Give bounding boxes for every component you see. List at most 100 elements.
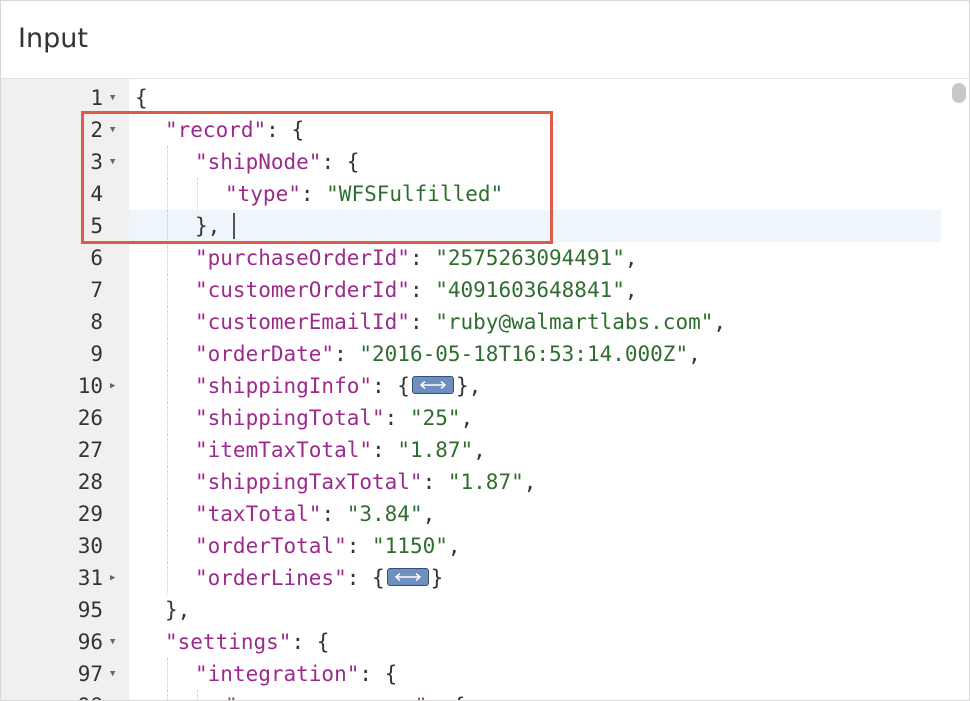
code-line[interactable]: 28 "shippingTaxTotal": "1.87", xyxy=(1,466,941,498)
line-number: 2 xyxy=(90,118,103,142)
json-punctuation: , xyxy=(422,502,436,526)
json-punctuation: { xyxy=(135,86,148,110)
json-punctuation: : { xyxy=(359,662,398,686)
json-punctuation: : xyxy=(346,534,373,558)
indent-guide xyxy=(167,530,168,562)
json-string: "2575263094491" xyxy=(435,246,625,270)
json-key: "type" xyxy=(225,182,301,206)
vertical-scrollbar[interactable] xyxy=(952,83,966,103)
line-number: 96 xyxy=(77,630,103,654)
json-key: "orderTotal" xyxy=(195,534,347,558)
code-text: "shippingTaxTotal": "1.87", xyxy=(195,466,536,498)
json-punctuation: }, xyxy=(195,214,221,238)
line-number: 29 xyxy=(77,502,103,526)
code-text: "..............": { xyxy=(225,690,465,700)
json-key: "shippingTotal" xyxy=(195,406,385,430)
indent-guide xyxy=(167,690,168,700)
json-string: "ruby@walmartlabs.com" xyxy=(435,310,714,334)
caret-right-icon[interactable]: ▶ xyxy=(110,562,122,594)
json-key: "integration" xyxy=(195,662,360,686)
json-key: "orderLines" xyxy=(195,566,347,590)
line-number: 97 xyxy=(77,662,103,686)
indent-guide xyxy=(167,242,168,274)
line-number: 95 xyxy=(77,598,103,622)
code-text: "orderDate": "2016-05-18T16:53:14.000Z", xyxy=(195,338,701,370)
code-line[interactable]: 7 "customerOrderId": "4091603648841", xyxy=(1,274,941,306)
code-line[interactable]: 29 "taxTotal": "3.84", xyxy=(1,498,941,530)
indent-guide xyxy=(197,178,198,210)
code-line[interactable]: 8 "customerEmailId": "ruby@walmartlabs.co… xyxy=(1,306,941,338)
code-line[interactable]: 5}, xyxy=(1,210,941,242)
input-panel: Input 1 ▼{2 ▼ "record": {3 ▼ "shipNode": {4 "t… xyxy=(0,0,970,701)
code-text: "purchaseOrderId": "2575263094491", xyxy=(195,242,638,274)
code-line[interactable]: 4 "type": "WFSFulfilled" xyxy=(1,178,941,210)
indent-guide xyxy=(167,306,168,338)
json-punctuation: }, xyxy=(455,374,482,398)
code-line[interactable]: 6 "purchaseOrderId": "2575263094491", xyxy=(1,242,941,274)
line-number: 5 xyxy=(90,214,103,238)
code-text: }, xyxy=(195,210,220,242)
json-string: "WFSFulfilled" xyxy=(326,182,504,206)
code-line[interactable]: 31 ▶ "orderLines": {} xyxy=(1,562,941,594)
code-line[interactable]: 98 ▼ "..............": { xyxy=(1,690,941,700)
code-text: "taxTotal": "3.84", xyxy=(195,498,435,530)
indent-guide xyxy=(197,690,198,700)
code-text: { xyxy=(135,82,148,114)
code-text: "orderLines": {} xyxy=(195,562,443,594)
code-line[interactable]: 95}, xyxy=(1,594,941,626)
json-punctuation: , xyxy=(460,406,474,430)
indent-guide xyxy=(167,498,168,530)
code-line[interactable]: 2 ▼ "record": { xyxy=(1,114,941,146)
code-line[interactable]: 9 "orderDate": "2016-05-18T16:53:14.000Z"… xyxy=(1,338,941,370)
json-string: "4091603648841" xyxy=(435,278,625,302)
code-line[interactable]: 26 "shippingTotal": "25", xyxy=(1,402,941,434)
line-number: 10 xyxy=(77,374,103,398)
caret-down-icon[interactable]: ▼ xyxy=(110,690,122,700)
line-number: 98 xyxy=(1,690,103,700)
indent-guide xyxy=(167,210,168,242)
json-punctuation: , xyxy=(473,438,486,462)
text-cursor xyxy=(233,213,235,239)
json-punctuation: : { xyxy=(266,118,305,142)
caret-down-icon[interactable]: ▼ xyxy=(110,146,122,178)
caret-down-icon[interactable]: ▼ xyxy=(110,658,122,690)
collapsed-object-icon[interactable] xyxy=(386,568,429,586)
json-punctuation: : xyxy=(422,470,448,494)
caret-down-icon[interactable]: ▼ xyxy=(110,626,122,658)
json-punctuation: : xyxy=(372,438,398,462)
line-number: 30 xyxy=(77,534,103,558)
indent-guide xyxy=(167,274,168,306)
json-string: "3.84" xyxy=(346,502,423,526)
collapsed-object-icon[interactable] xyxy=(411,376,454,394)
code-line[interactable]: 97 ▼ "integration": { xyxy=(1,658,941,690)
json-punctuation: : { xyxy=(291,630,330,654)
line-number: 8 xyxy=(90,310,103,334)
json-editor[interactable]: 1 ▼{2 ▼ "record": {3 ▼ "shipNode": {4 "type": … xyxy=(1,79,969,700)
indent-guide xyxy=(167,178,168,210)
indent-guide xyxy=(167,466,168,498)
code-line[interactable]: 3 ▼ "shipNode": { xyxy=(1,146,941,178)
code-line[interactable]: 1 ▼ { xyxy=(1,82,941,114)
caret-right-icon[interactable]: ▶ xyxy=(110,370,122,402)
json-key: "itemTaxTotal" xyxy=(195,438,373,462)
code-text: "shippingInfo": {}, xyxy=(195,370,481,402)
json-punctuation: , xyxy=(713,310,727,334)
code-line[interactable]: 10 ▶ "shippingInfo": {}, xyxy=(1,370,941,402)
line-number: 27 xyxy=(77,438,103,462)
code-line[interactable]: 27 "itemTaxTotal": "1.87", xyxy=(1,434,941,466)
line-number: 1 xyxy=(90,86,103,110)
code-line[interactable]: 30 "orderTotal": "1150", xyxy=(1,530,941,562)
caret-down-icon[interactable]: ▼ xyxy=(110,82,122,114)
json-punctuation: : { xyxy=(372,374,410,398)
json-punctuation: : { xyxy=(321,150,360,174)
code-line[interactable]: 96 ▼ "settings": { xyxy=(1,626,941,658)
json-key: "taxTotal" xyxy=(195,502,322,526)
json-string: "2016-05-18T16:53:14.000Z" xyxy=(359,342,689,366)
line-number: 4 xyxy=(90,182,103,206)
json-punctuation: : xyxy=(334,342,360,366)
indent-guide xyxy=(167,402,168,434)
caret-down-icon[interactable]: ▼ xyxy=(110,114,122,146)
json-punctuation: : { xyxy=(346,566,385,590)
json-punctuation: }, xyxy=(165,598,191,622)
indent-guide xyxy=(167,434,168,466)
